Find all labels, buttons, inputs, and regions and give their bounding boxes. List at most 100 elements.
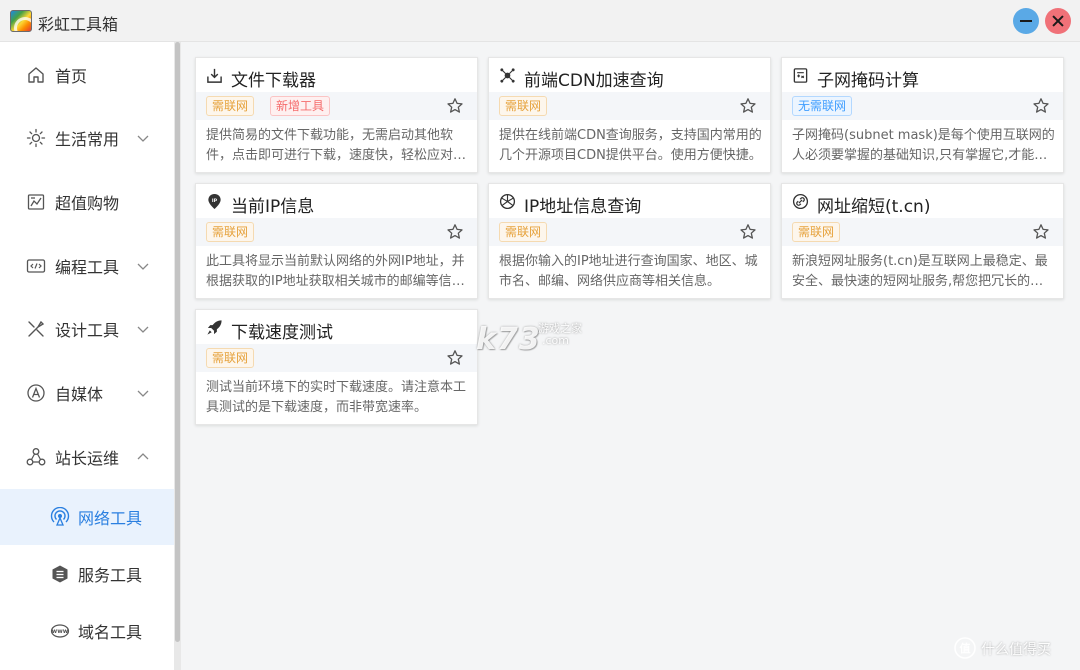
tool-card[interactable]: 前端CDN加速查询 需联网 提供在线前端CDN查询服务，支持国内常用的几个开源项…: [488, 57, 771, 173]
card-tag-row: 需联网: [489, 92, 770, 120]
minimize-icon[interactable]: [1013, 8, 1039, 34]
tool-card[interactable]: IP 当前IP信息 需联网 此工具将显示当前默认网络的外网IP地址，并根据获取的…: [195, 183, 478, 299]
card-header: 文件下载器: [196, 58, 477, 92]
rocket-icon: [207, 320, 222, 335]
server-icon: [52, 565, 68, 583]
card-description: 测试当前环境下的实时下载速度。请注意本工具测试的是下载速度，而非带宽速率。: [206, 380, 467, 415]
tag-badge: 需联网: [792, 222, 841, 242]
card-title: 文件下载器: [231, 71, 316, 91]
tag-badge: 需联网: [499, 222, 548, 242]
card-tag-row: 无需联网: [782, 92, 1063, 120]
tag-badge: 需联网: [206, 96, 255, 116]
sidebar-item-shopping[interactable]: 超值购物: [0, 174, 174, 230]
sidebar-item-label: 自媒体: [55, 385, 104, 404]
card-title: 网址缩短(t.cn): [817, 197, 931, 217]
cluster-icon: [26, 448, 46, 466]
star-icon[interactable]: [1032, 97, 1050, 115]
k73-watermark-domain: .com: [542, 334, 569, 347]
card-header: 下载速度测试: [196, 310, 477, 344]
rainbow-logo-icon: [10, 10, 32, 32]
shopping-icon: [27, 194, 45, 210]
k73-watermark-logo: k73: [476, 322, 541, 357]
svg-text:www: www: [52, 628, 69, 635]
sidebar-subitem-service-tools[interactable]: 服务工具: [0, 546, 174, 602]
sidebar-scrollbar[interactable]: [174, 42, 181, 670]
star-icon[interactable]: [446, 349, 464, 367]
sidebar-item-media[interactable]: 自媒体: [0, 365, 174, 421]
card-header: 子网掩码计算: [782, 58, 1063, 92]
sidebar-item-programming[interactable]: 编程工具: [0, 238, 174, 294]
card-description: 根据你输入的IP地址进行查询国家、地区、城市名、邮编、网络供应商等相关信息。: [499, 254, 758, 289]
chevron-down-icon: [137, 263, 149, 270]
card-description: 此工具将显示当前默认网络的外网IP地址，并根据获取的IP地址获取相关城市的邮编等…: [206, 254, 465, 289]
download-icon: [207, 68, 222, 83]
card-description: 新浪短网址服务(t.cn)是互联网上最稳定、最安全、最快速的短网址服务,帮您把冗…: [792, 254, 1048, 289]
sidebar-item-life[interactable]: 生活常用: [0, 110, 174, 166]
chevron-down-icon: [137, 135, 149, 142]
title-bar: 彩虹工具箱: [0, 0, 1080, 42]
code-icon: [26, 259, 46, 273]
tag-badge: 需联网: [206, 348, 255, 368]
calculator-icon: [793, 68, 808, 83]
card-header: 前端CDN加速查询: [489, 58, 770, 92]
card-title: 前端CDN加速查询: [524, 71, 664, 91]
smzdm-logo-icon: 值: [954, 637, 976, 659]
star-icon[interactable]: [446, 223, 464, 241]
card-tag-row: 需联网: [782, 218, 1063, 246]
ip-location-icon: IP: [208, 193, 221, 210]
card-header: IP地址信息查询: [489, 184, 770, 218]
sidebar-item-webmaster[interactable]: 站长运维: [0, 429, 174, 485]
tool-card[interactable]: 网址缩短(t.cn) 需联网 新浪短网址服务(t.cn)是互联网上最稳定、最安全…: [781, 183, 1064, 299]
card-tag-row: 需联网: [196, 218, 477, 246]
cdn-icon: [500, 68, 515, 83]
card-header: 网址缩短(t.cn): [782, 184, 1063, 218]
network-icon: [50, 507, 70, 526]
tag-badge: 需联网: [206, 222, 255, 242]
chevron-down-icon: [137, 390, 149, 397]
chevron-up-icon: [137, 453, 149, 460]
chevron-down-icon: [137, 326, 149, 333]
tag-badge: 需联网: [499, 96, 548, 116]
sidebar-item-label: 生活常用: [55, 130, 120, 149]
card-title: IP地址信息查询: [524, 197, 642, 217]
scrollbar-thumb[interactable]: [175, 42, 180, 642]
card-tag-row: 需联网: [489, 218, 770, 246]
k73-watermark: k73 游戏之家 .com: [476, 318, 606, 357]
design-tools-icon: [28, 320, 45, 337]
svg-text:IP: IP: [212, 198, 218, 204]
star-icon[interactable]: [1032, 223, 1050, 241]
star-icon[interactable]: [739, 97, 757, 115]
sidebar-subitem-network-tools[interactable]: 网络工具: [0, 489, 174, 545]
card-title: 子网掩码计算: [817, 71, 919, 91]
card-description: 子网掩码(subnet mask)是每个使用互联网的人必须要掌握的基础知识,只有…: [792, 128, 1055, 163]
sidebar-item-design[interactable]: 设计工具: [0, 301, 174, 357]
sun-icon: [26, 128, 46, 148]
tool-card[interactable]: 下载速度测试 需联网 测试当前环境下的实时下载速度。请注意本工具测试的是下载速度…: [195, 309, 478, 425]
card-description: 提供简易的文件下载功能，无需启动其他软件，点击即可进行下载，速度快，轻松应对各种…: [206, 128, 467, 163]
sidebar: 首页 生活常用 超值购物 编程工具 设计工具 自媒体 站长运维 网络工具 服务工…: [0, 42, 174, 670]
media-icon: [27, 384, 45, 402]
star-icon[interactable]: [446, 97, 464, 115]
card-title: 当前IP信息: [231, 197, 315, 217]
close-icon[interactable]: [1045, 8, 1071, 34]
link-icon: [792, 193, 809, 210]
home-icon: [28, 67, 44, 83]
sidebar-subitem-domain-tools[interactable]: www 域名工具: [0, 603, 174, 659]
globe-search-icon: [499, 193, 516, 210]
tag-badge: 无需联网: [792, 96, 853, 116]
card-description: 提供在线前端CDN查询服务，支持国内常用的几个开源项目CDN提供平台。使用方便快…: [499, 128, 762, 163]
sidebar-item-home[interactable]: 首页: [0, 47, 174, 103]
tool-card[interactable]: 文件下载器 需联网 新增工具 提供简易的文件下载功能，无需启动其他软件，点击即可…: [195, 57, 478, 173]
card-title: 下载速度测试: [231, 323, 333, 343]
smzdm-watermark-text: 什么值得买: [981, 642, 1051, 658]
sidebar-item-label: 设计工具: [55, 321, 120, 340]
www-icon: www: [50, 624, 70, 638]
sidebar-item-label: 网络工具: [78, 509, 143, 528]
sidebar-item-label: 域名工具: [78, 623, 143, 642]
star-icon[interactable]: [739, 223, 757, 241]
tool-card[interactable]: IP地址信息查询 需联网 根据你输入的IP地址进行查询国家、地区、城市名、邮编、…: [488, 183, 771, 299]
tag-badge: 新增工具: [270, 96, 331, 116]
sidebar-item-label: 服务工具: [78, 566, 143, 585]
app-title: 彩虹工具箱: [38, 15, 119, 34]
tool-card[interactable]: 子网掩码计算 无需联网 子网掩码(subnet mask)是每个使用互联网的人必…: [781, 57, 1064, 173]
